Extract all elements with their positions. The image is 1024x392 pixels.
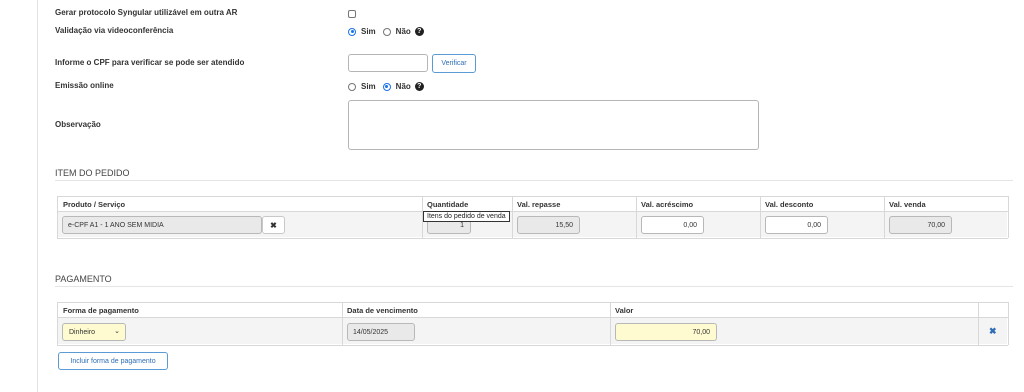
video-radio-group: Sim Não ? <box>348 27 424 36</box>
acrescimo-input[interactable]: 0,00 <box>641 216 704 234</box>
chevron-down-icon: ⌄ <box>114 328 120 335</box>
cpf-input[interactable] <box>348 54 428 72</box>
col-forma-pagamento: Forma de pagamento <box>63 306 139 315</box>
repasse-field: 15,50 <box>517 216 580 234</box>
item-section-divider <box>55 180 1013 181</box>
video-no-label: Não <box>395 27 411 36</box>
cpf-label: Informe o CPF para verificar se pode ser… <box>55 58 245 67</box>
online-yes-radio[interactable] <box>348 82 356 91</box>
left-border <box>37 0 38 392</box>
payment-value-input[interactable]: 70,00 <box>615 323 717 341</box>
video-label: Validação via videoconferência <box>55 26 174 35</box>
col-data-vencimento: Data de vencimento <box>347 306 418 315</box>
col-quantidade: Quantidade <box>427 200 469 209</box>
product-field: e-CPF A1 - 1 ANO SEM MIDIA <box>62 216 262 234</box>
remove-payment-icon[interactable]: ✖ <box>989 326 997 337</box>
video-no-radio[interactable] <box>382 27 391 36</box>
help-icon[interactable]: ? <box>414 27 424 36</box>
col-val-desconto: Val. desconto <box>765 200 814 209</box>
col-produto: Produto / Serviço <box>63 200 126 209</box>
syngular-label: Gerar protocolo Syngular utilizável em o… <box>55 8 238 17</box>
remove-product-button[interactable]: ✖ <box>262 216 285 234</box>
observation-label: Observação <box>55 120 101 129</box>
verify-button[interactable]: Verificar <box>432 54 476 73</box>
help-icon[interactable]: ? <box>414 82 424 91</box>
payment-section-divider <box>55 286 1013 287</box>
payment-section-title: PAGAMENTO <box>55 274 112 284</box>
desconto-input[interactable]: 0,00 <box>765 216 828 234</box>
col-val-venda: Val. venda <box>889 200 926 209</box>
col-val-acrescimo: Val. acréscimo <box>641 200 694 209</box>
payment-method-value: Dinheiro <box>69 328 96 336</box>
online-yes-label: Sim <box>361 82 376 91</box>
item-section-title: ITEM DO PEDIDO <box>55 168 130 178</box>
due-date-field: 14/05/2025 <box>347 323 415 341</box>
online-radio-group: Sim Não ? <box>348 82 424 91</box>
col-val-repasse: Val. repasse <box>517 200 561 209</box>
video-yes-label: Sim <box>361 27 376 36</box>
payment-method-select[interactable]: Dinheiro ⌄ <box>62 323 126 341</box>
online-no-label: Não <box>395 82 411 91</box>
col-valor: Valor <box>615 306 634 315</box>
online-label: Emissão online <box>55 81 114 90</box>
video-yes-radio[interactable] <box>348 27 356 36</box>
observation-textarea[interactable] <box>348 100 759 150</box>
add-payment-button[interactable]: Incluir forma de pagamento <box>58 352 168 370</box>
tooltip: Itens do pedido de venda <box>423 211 510 222</box>
syngular-checkbox[interactable] <box>348 10 356 18</box>
online-no-radio[interactable] <box>382 82 391 91</box>
close-icon: ✖ <box>270 220 277 230</box>
venda-field: 70,00 <box>889 216 952 234</box>
